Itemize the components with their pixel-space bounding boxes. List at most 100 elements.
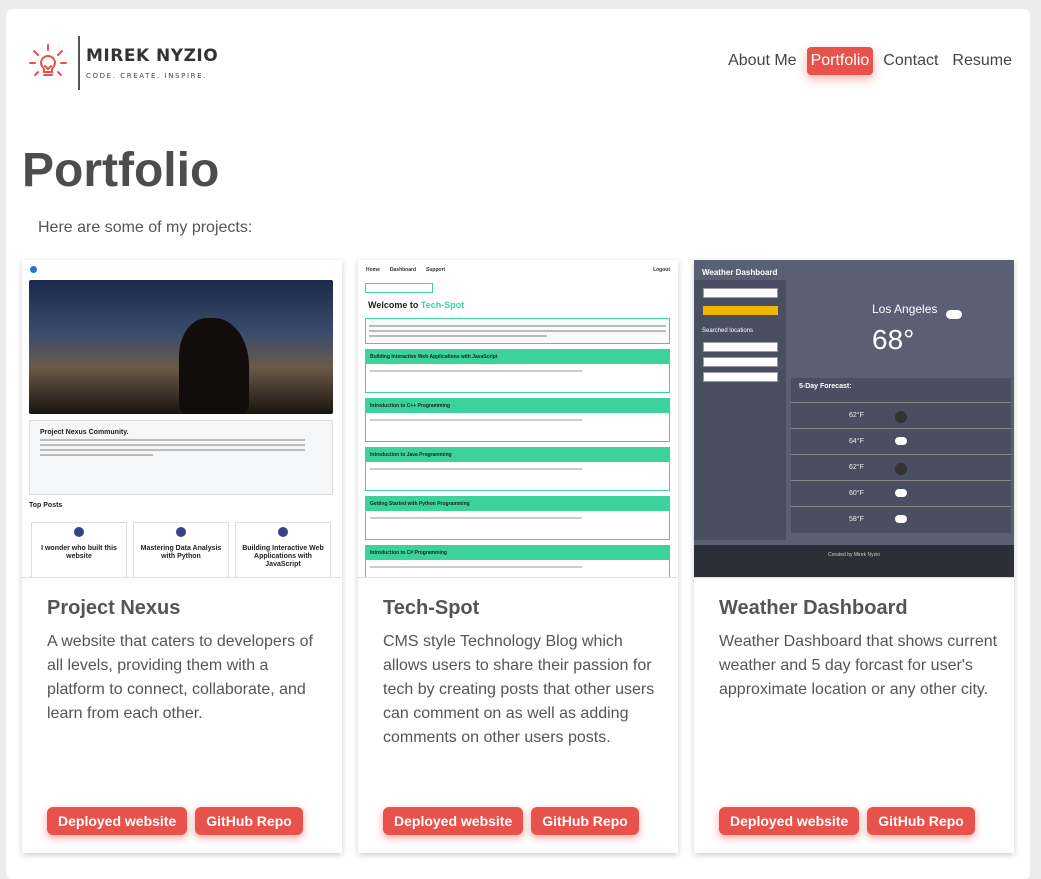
techspot-nav-item: Support <box>426 267 446 273</box>
weather-title: Weather Dashboard <box>702 268 778 277</box>
weather-searched-heading: Searched locations <box>702 328 754 334</box>
weather-forecast: 5-Day Forecast: 62°F 64°F 62°F 60°F 58°F <box>791 378 1011 533</box>
techspot-logout: Logout <box>653 267 670 273</box>
avatar <box>74 527 84 537</box>
cloud-icon <box>895 437 907 445</box>
cloud-icon <box>895 515 907 523</box>
nav-about-me[interactable]: About Me <box>724 47 800 75</box>
nexus-topbar <box>22 260 342 278</box>
cloud-icon <box>946 310 962 319</box>
logo[interactable]: MIREK NYZIO CODE. CREATE. INSPIRE. <box>26 36 218 90</box>
techspot-welcome-brand: Tech-Spot <box>420 300 465 310</box>
project-description: CMS style Technology Blog which allows u… <box>383 633 655 746</box>
github-repo-button[interactable]: GitHub Repo <box>531 807 639 835</box>
techspot-post-title: Building Interactive Web Applications wi… <box>366 350 669 364</box>
weather-location-item <box>703 372 778 382</box>
techspot-post-title: Getting Started with Python Programming <box>366 497 669 511</box>
page: MIREK NYZIO CODE. CREATE. INSPIRE. About… <box>6 9 1030 879</box>
project-card-techspot: Home Dashboard Support Logout Welcome to… <box>358 260 678 853</box>
nexus-community-box: Project Nexus Community. <box>29 420 333 495</box>
nav-contact[interactable]: Contact <box>879 47 942 75</box>
page-title: Portfolio <box>22 144 220 197</box>
weather-forecast-heading: 5-Day Forecast: <box>799 383 852 390</box>
techspot-nav: Home Dashboard Support Logout <box>358 260 678 280</box>
forecast-row: 62°F <box>791 402 1011 428</box>
project-screenshot-techspot[interactable]: Home Dashboard Support Logout Welcome to… <box>358 260 678 578</box>
github-repo-button[interactable]: GitHub Repo <box>195 807 303 835</box>
forecast-temp: 58°F <box>849 516 864 523</box>
forecast-temp: 60°F <box>849 490 864 497</box>
avatar <box>176 527 186 537</box>
nexus-post-title: I wonder who built this website <box>41 545 117 560</box>
project-screenshot-weather[interactable]: Searched locations Weather Dashboard Los… <box>694 260 1014 578</box>
techspot-welcome: Welcome to Tech-Spot <box>368 300 464 310</box>
project-title: Project Nexus <box>47 597 181 619</box>
cloud-icon <box>895 489 907 497</box>
github-repo-button[interactable]: GitHub Repo <box>867 807 975 835</box>
brand-text: MIREK NYZIO CODE. CREATE. INSPIRE. <box>86 46 218 80</box>
nav-portfolio[interactable]: Portfolio <box>806 47 874 75</box>
forecast-row: 60°F <box>791 480 1011 506</box>
weather-search-button <box>703 306 778 315</box>
weather-location-item <box>703 342 778 352</box>
forecast-temp: 62°F <box>849 464 864 471</box>
page-intro: Here are some of my projects: <box>38 219 253 236</box>
techspot-post: Getting Started with Python Programming <box>365 496 670 540</box>
weather-city: Los Angeles <box>872 302 938 316</box>
project-screenshot-nexus[interactable]: Project Nexus Community. Top Posts I won… <box>22 260 342 578</box>
nexus-post-card: I wonder who built this website <box>31 522 127 577</box>
forecast-temp: 62°F <box>849 412 864 419</box>
weather-sidebar: Searched locations <box>694 280 786 540</box>
project-description: Weather Dashboard that shows current wea… <box>719 633 998 698</box>
brand-tagline: CODE. CREATE. INSPIRE. <box>86 72 207 80</box>
nexus-post-title: Building Interactive Web Applications wi… <box>242 545 324 568</box>
forecast-row: 64°F <box>791 428 1011 454</box>
deployed-website-button[interactable]: Deployed website <box>47 807 188 835</box>
weather-search-input <box>703 288 778 298</box>
weather-icon <box>895 463 907 475</box>
project-title: Weather Dashboard <box>719 597 908 619</box>
weather-temp: 68° <box>872 324 915 355</box>
techspot-post: Introduction to Java Programming <box>365 447 670 491</box>
techspot-post: Building Interactive Web Applications wi… <box>365 349 670 393</box>
project-title: Tech-Spot <box>383 597 480 619</box>
deployed-website-button[interactable]: Deployed website <box>719 807 860 835</box>
weather-location-item <box>703 357 778 367</box>
lightbulb-icon <box>29 44 67 76</box>
techspot-welcome-text: Welcome to <box>368 300 419 310</box>
forecast-temp: 64°F <box>849 438 864 445</box>
project-actions: Deployed website GitHub Repo <box>383 807 639 835</box>
techspot-nav-item: Home <box>366 267 380 273</box>
forecast-row: 58°F <box>791 506 1011 532</box>
nexus-post-card: Mastering Data Analysis with Python <box>133 522 229 577</box>
techspot-post: Introduction to C# Programming <box>365 545 670 577</box>
techspot-about-box <box>365 318 670 344</box>
logo-divider <box>78 36 80 90</box>
rock-arch-silhouette <box>179 318 249 414</box>
project-card-nexus: Project Nexus Community. Top Posts I won… <box>22 260 342 853</box>
techspot-post-title: Introduction to C++ Programming <box>366 399 669 413</box>
techspot-post: Introduction to C++ Programming <box>365 398 670 442</box>
project-card-weather: Searched locations Weather Dashboard Los… <box>694 260 1014 853</box>
project-description: A website that caters to developers of a… <box>47 633 313 722</box>
techspot-post-title: Introduction to C# Programming <box>366 546 669 560</box>
weather-mockup: Searched locations Weather Dashboard Los… <box>694 260 1014 577</box>
site-header: MIREK NYZIO CODE. CREATE. INSPIRE. About… <box>6 9 1030 109</box>
techspot-search-input <box>365 283 433 293</box>
weather-icon <box>895 411 907 423</box>
techspot-post-title: Introduction to Java Programming <box>366 448 669 462</box>
brand-name: MIREK NYZIO <box>86 46 219 66</box>
main-nav: About Me Portfolio Contact Resume <box>724 47 1016 75</box>
techspot-nav-item: Dashboard <box>389 267 417 273</box>
nexus-post-title: Mastering Data Analysis with Python <box>140 545 222 560</box>
nav-resume[interactable]: Resume <box>948 47 1016 75</box>
weather-footer: Created by Mirek Nyzio <box>694 545 1014 577</box>
nexus-post-card: Building Interactive Web Applications wi… <box>235 522 331 577</box>
project-actions: Deployed website GitHub Repo <box>719 807 975 835</box>
deployed-website-button[interactable]: Deployed website <box>383 807 524 835</box>
nexus-top-posts-heading: Top Posts <box>29 502 63 509</box>
nexus-logo-icon <box>30 265 37 273</box>
nexus-hero-image <box>29 280 333 414</box>
nexus-community-heading: Project Nexus Community. <box>40 429 129 436</box>
avatar <box>278 527 288 537</box>
